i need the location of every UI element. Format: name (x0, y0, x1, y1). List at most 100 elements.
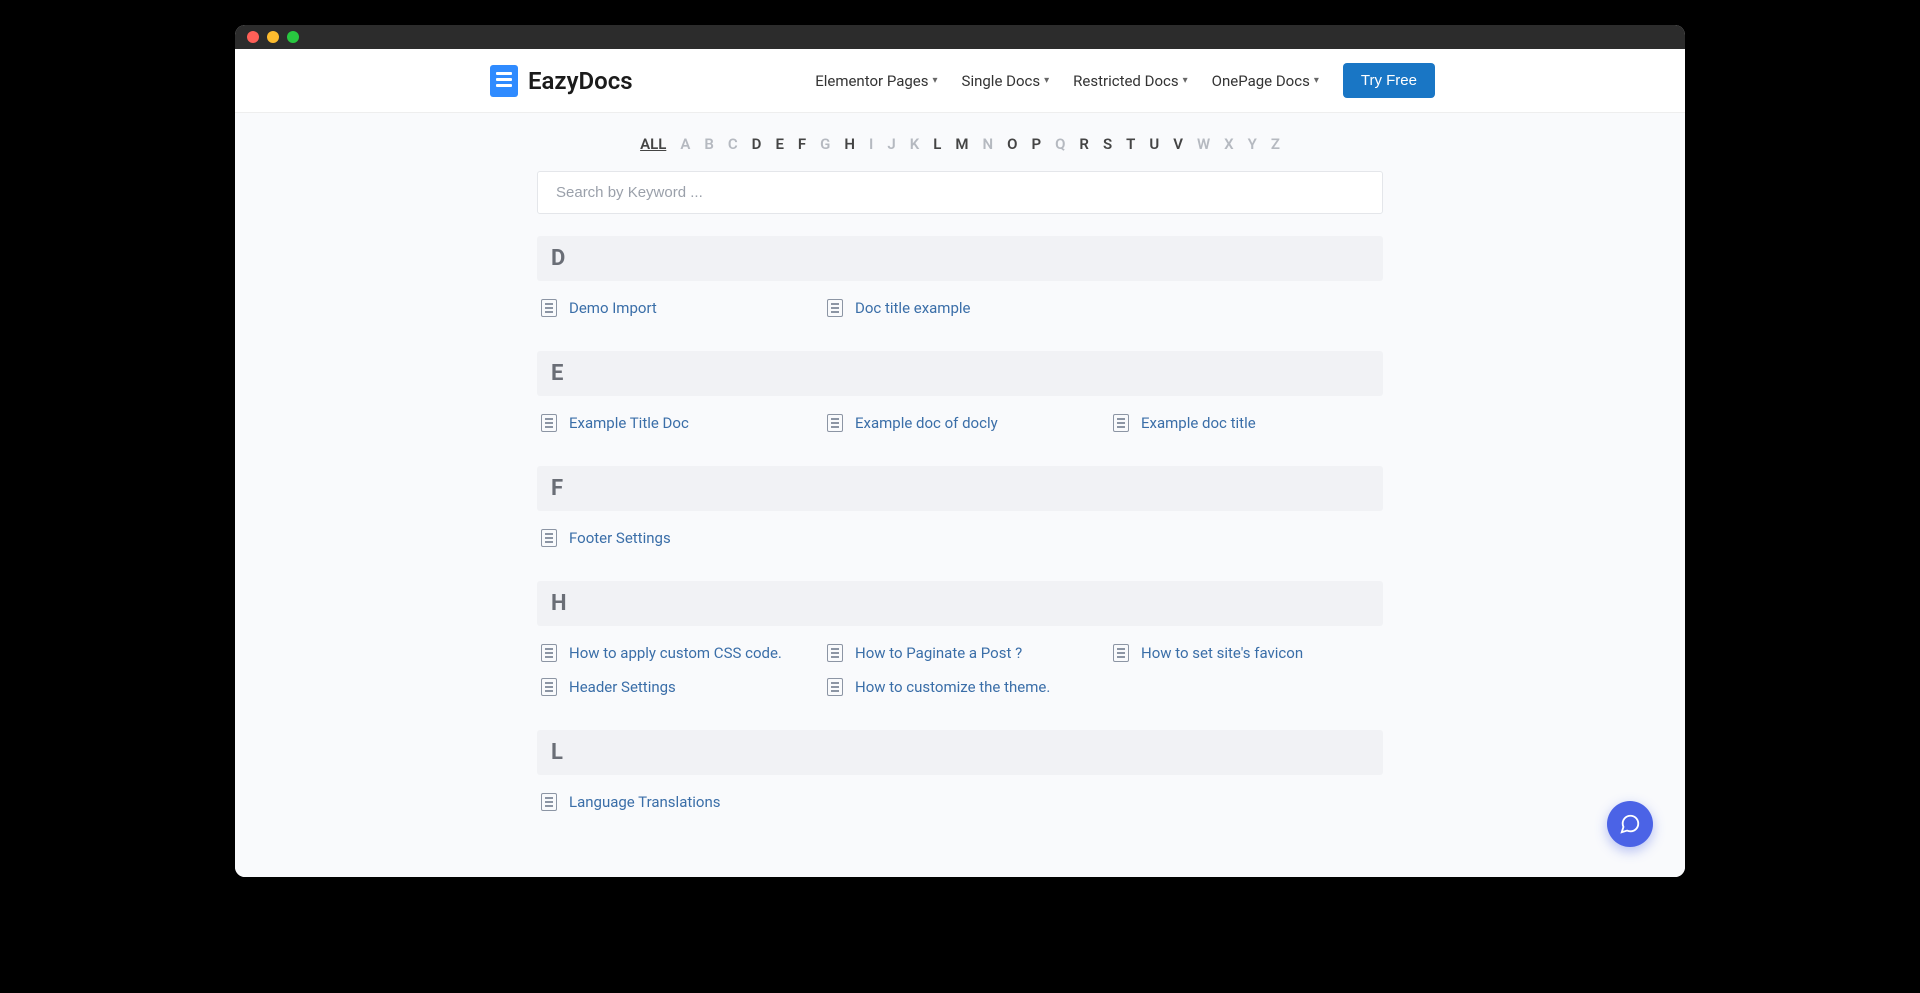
nav-item-single-docs[interactable]: Single Docs ▾ (962, 72, 1050, 90)
alpha-filter-y[interactable]: Y (1248, 135, 1257, 153)
alpha-filter-b[interactable]: B (704, 135, 714, 153)
doc-item-label: How to customize the theme. (855, 678, 1050, 696)
document-icon (541, 299, 557, 317)
browser-window: EazyDocs Elementor Pages ▾ Single Docs ▾… (235, 25, 1685, 877)
doc-item-label: How to set site's favicon (1141, 644, 1303, 662)
document-icon (827, 678, 843, 696)
doc-item[interactable]: Example Title Doc (541, 414, 807, 432)
document-icon (827, 644, 843, 662)
group-items-e: Example Title Doc Example doc of docly Exa… (537, 396, 1383, 438)
document-icon (541, 529, 557, 547)
nav-item-onepage-docs[interactable]: OnePage Docs ▾ (1212, 72, 1319, 90)
window-maximize-button[interactable] (287, 31, 299, 43)
doc-item-label: Example doc of docly (855, 414, 998, 432)
group-items-d: Demo Import Doc title example (537, 281, 1383, 323)
alpha-filter-k[interactable]: K (910, 135, 920, 153)
doc-item[interactable]: Footer Settings (541, 529, 807, 547)
nav-label: OnePage Docs (1212, 72, 1310, 90)
alpha-filter-a[interactable]: A (680, 135, 690, 153)
alpha-filter-m[interactable]: M (955, 135, 968, 153)
doc-item[interactable]: Example doc title (1113, 414, 1379, 432)
alpha-filter-t[interactable]: T (1126, 135, 1135, 153)
alpha-filter-o[interactable]: O (1007, 135, 1017, 153)
logo-icon (490, 65, 518, 97)
alpha-filter-j[interactable]: J (887, 135, 895, 153)
alpha-filter-e[interactable]: E (775, 135, 783, 153)
doc-item[interactable]: Header Settings (541, 678, 807, 696)
alpha-filter-u[interactable]: U (1149, 135, 1159, 153)
document-icon (827, 414, 843, 432)
doc-item[interactable]: How to apply custom CSS code. (541, 644, 807, 662)
nav-item-elementor-pages[interactable]: Elementor Pages ▾ (815, 72, 937, 90)
document-icon (541, 414, 557, 432)
alpha-filter-h[interactable]: H (844, 135, 855, 153)
alpha-filter-v[interactable]: V (1173, 135, 1183, 153)
chat-icon (1619, 813, 1641, 835)
chevron-down-icon: ▾ (1183, 75, 1188, 86)
site-logo[interactable]: EazyDocs (490, 65, 633, 97)
doc-item-label: Example doc title (1141, 414, 1256, 432)
window-close-button[interactable] (247, 31, 259, 43)
group-header-l: L (537, 730, 1383, 775)
doc-item-label: Language Translations (569, 793, 721, 811)
doc-item-label: Footer Settings (569, 529, 671, 547)
search-input[interactable] (537, 171, 1383, 214)
alpha-filter-g[interactable]: G (820, 135, 830, 153)
chat-fab[interactable] (1607, 801, 1653, 847)
chevron-down-icon: ▾ (933, 75, 938, 86)
alpha-filter-x[interactable]: X (1224, 135, 1234, 153)
doc-item-label: Demo Import (569, 299, 657, 317)
document-icon (1113, 644, 1129, 662)
group-header-h: H (537, 581, 1383, 626)
window-titlebar (235, 25, 1685, 49)
group-header-d: D (537, 236, 1383, 281)
alpha-filter-p[interactable]: P (1031, 135, 1041, 153)
logo-text: EazyDocs (528, 67, 633, 95)
document-icon (827, 299, 843, 317)
nav-label: Elementor Pages (815, 72, 928, 90)
doc-item-label: How to Paginate a Post ? (855, 644, 1022, 662)
group-header-f: F (537, 466, 1383, 511)
doc-item[interactable]: How to set site's favicon (1113, 644, 1379, 662)
page-content: ALLABCDEFGHIJKLMNOPQRSTUVWXYZ DDemo Impo… (235, 113, 1685, 877)
alpha-filter-z[interactable]: Z (1271, 135, 1280, 153)
doc-groups: DDemo ImportDoc title exampleEExample Ti… (537, 236, 1383, 817)
chevron-down-icon: ▾ (1314, 75, 1319, 86)
site-header: EazyDocs Elementor Pages ▾ Single Docs ▾… (235, 49, 1685, 113)
group-items-l: Language Translations (537, 775, 1383, 817)
document-icon (541, 644, 557, 662)
alphabet-filter: ALL ABCDEFGHIJKLMNOPQRSTUVWXYZ (235, 135, 1685, 153)
chevron-down-icon: ▾ (1044, 75, 1049, 86)
group-items-h: How to apply custom CSS code. How to Pagi… (537, 626, 1383, 702)
alpha-filter-l[interactable]: L (933, 135, 941, 153)
group-header-e: E (537, 351, 1383, 396)
main-column: DDemo ImportDoc title exampleEExample Ti… (537, 171, 1383, 817)
alpha-filter-d[interactable]: D (752, 135, 762, 153)
alpha-filter-n[interactable]: N (982, 135, 993, 153)
alpha-filter-f[interactable]: F (798, 135, 806, 153)
main-nav: Elementor Pages ▾ Single Docs ▾ Restrict… (815, 63, 1435, 98)
alpha-filter-i[interactable]: I (869, 135, 873, 153)
nav-item-restricted-docs[interactable]: Restricted Docs ▾ (1073, 72, 1188, 90)
nav-label: Single Docs (962, 72, 1041, 90)
doc-item-label: Doc title example (855, 299, 971, 317)
alpha-filter-w[interactable]: W (1197, 135, 1210, 153)
doc-item[interactable]: Doc title example (827, 299, 1093, 317)
nav-label: Restricted Docs (1073, 72, 1178, 90)
alpha-filter-s[interactable]: S (1103, 135, 1112, 153)
doc-item[interactable]: How to Paginate a Post ? (827, 644, 1093, 662)
document-icon (1113, 414, 1129, 432)
doc-item[interactable]: Language Translations (541, 793, 807, 811)
document-icon (541, 678, 557, 696)
doc-item[interactable]: Example doc of docly (827, 414, 1093, 432)
doc-item[interactable]: How to customize the theme. (827, 678, 1093, 696)
alpha-filter-r[interactable]: R (1079, 135, 1089, 153)
document-icon (541, 793, 557, 811)
try-free-button[interactable]: Try Free (1343, 63, 1435, 98)
window-minimize-button[interactable] (267, 31, 279, 43)
alpha-filter-all[interactable]: ALL (640, 135, 666, 153)
doc-item[interactable]: Demo Import (541, 299, 807, 317)
alpha-filter-q[interactable]: Q (1055, 135, 1065, 153)
doc-item-label: Header Settings (569, 678, 676, 696)
alpha-filter-c[interactable]: C (728, 135, 738, 153)
